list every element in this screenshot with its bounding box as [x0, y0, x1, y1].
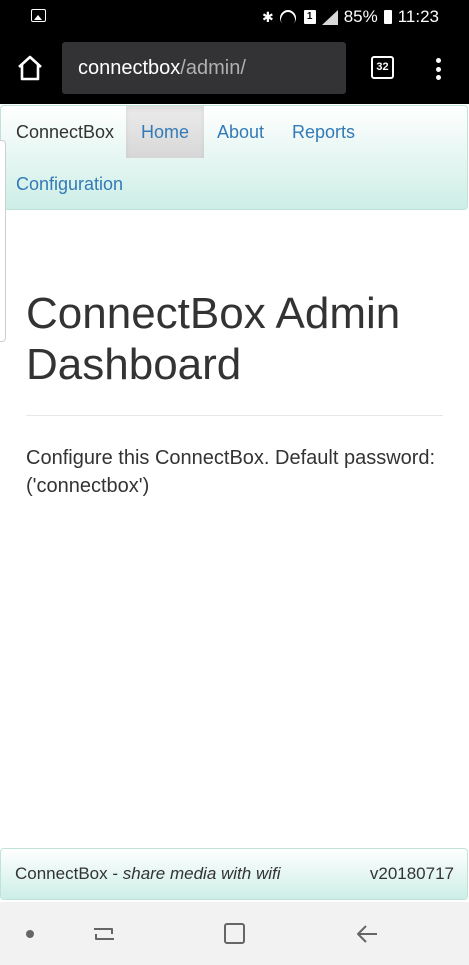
battery-percent: 85%: [343, 7, 378, 26]
status-icons: ✱ 1 85% 11:23: [262, 6, 439, 28]
site-footer: ConnectBox - share media with wifi v2018…: [0, 848, 468, 900]
back-icon[interactable]: [355, 922, 379, 946]
battery-icon: [383, 10, 392, 24]
url-host: connectbox: [78, 57, 181, 79]
sim-icon: 1: [303, 10, 316, 24]
page-description: Configure this ConnectBox. Default passw…: [26, 447, 436, 497]
status-bar: ✱ 1 85% 11:23: [0, 0, 469, 34]
footer-brand: ConnectBox: [15, 864, 108, 883]
url-bar[interactable]: connectbox/admin/: [62, 42, 346, 94]
page-title: ConnectBox Admin Dashboard: [26, 289, 401, 389]
system-nav-bar: [0, 902, 469, 965]
signal-icon: [321, 9, 338, 25]
gallery-icon: [31, 9, 46, 22]
browser-toolbar: connectbox/admin/ 32: [0, 34, 469, 104]
wifi-icon: [280, 10, 298, 24]
nav-item-configuration[interactable]: Configuration: [16, 158, 123, 210]
side-panel-edge: [0, 140, 6, 342]
nav-item-home[interactable]: Home: [126, 106, 204, 158]
home-button-icon[interactable]: [224, 923, 245, 944]
home-icon[interactable]: [17, 55, 43, 81]
footer-version: v20180717: [369, 864, 454, 883]
nav-item-reports[interactable]: Reports: [292, 106, 355, 158]
url-path: /admin/: [180, 57, 246, 79]
footer-tagline: share media with wifi: [122, 864, 281, 883]
overflow-menu-icon[interactable]: [436, 58, 441, 80]
nav-dot-icon[interactable]: [26, 930, 34, 938]
site-navbar: ConnectBox Home About Reports Configurat…: [0, 105, 468, 210]
navbar-brand[interactable]: ConnectBox: [16, 106, 114, 158]
nav-item-about[interactable]: About: [217, 106, 264, 158]
bluetooth-icon: ✱: [261, 8, 274, 25]
recent-apps-icon[interactable]: [92, 922, 116, 946]
footer-text: ConnectBox - share media with wifi: [15, 849, 281, 899]
footer-separator: -: [107, 864, 123, 883]
divider: [26, 415, 443, 416]
tab-switcher-button[interactable]: 32: [371, 56, 394, 79]
clock: 11:23: [397, 7, 439, 26]
